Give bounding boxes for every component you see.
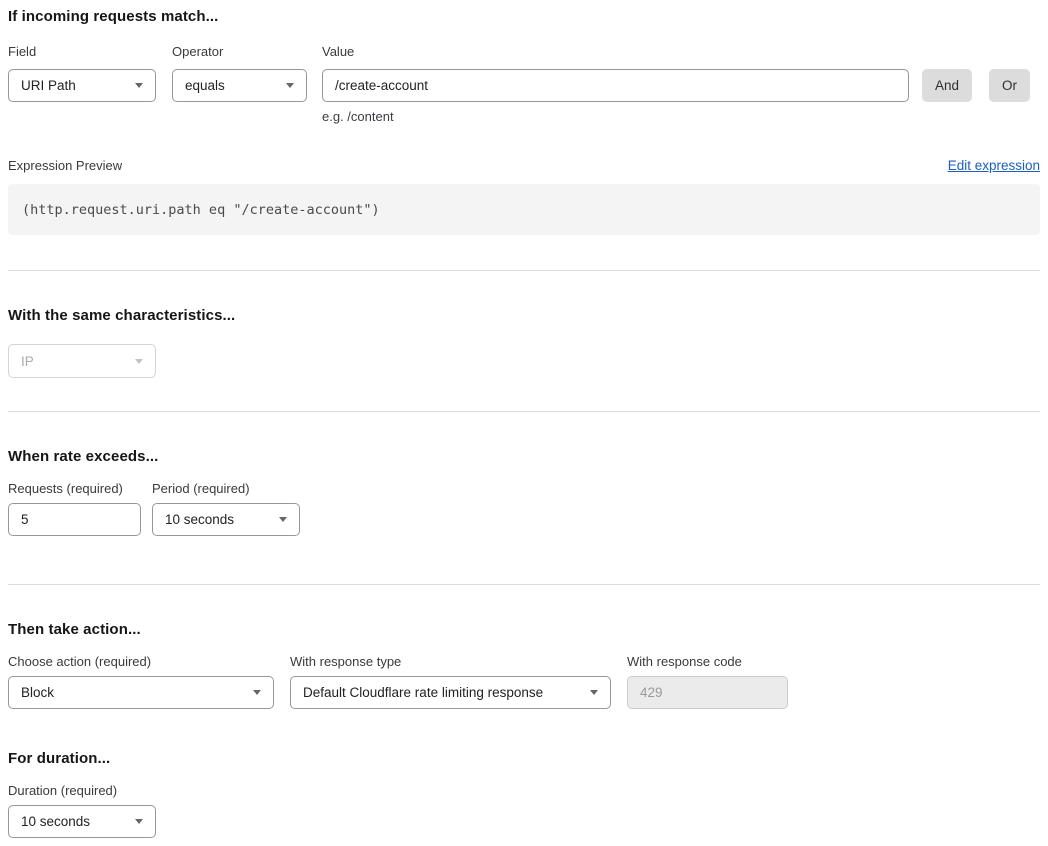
duration-select-value: 10 seconds (21, 814, 90, 829)
section-heading-match: If incoming requests match... (8, 9, 1040, 25)
requests-input[interactable] (8, 503, 141, 536)
section-divider (8, 411, 1040, 412)
requests-label: Requests (required) (8, 481, 141, 497)
section-heading-rate: When rate exceeds... (8, 449, 1040, 465)
period-select[interactable]: 10 seconds (152, 503, 300, 536)
section-heading-characteristics: With the same characteristics... (8, 308, 1040, 324)
duration-fields-row: Duration (required) 10 seconds (8, 783, 1040, 838)
choose-action-select-value: Block (21, 685, 54, 700)
chevron-down-icon (253, 690, 261, 695)
section-divider (8, 270, 1040, 271)
expression-preview-code: (http.request.uri.path eq "/create-accou… (8, 184, 1040, 235)
response-type-select-value: Default Cloudflare rate limiting respons… (303, 685, 543, 700)
duration-select[interactable]: 10 seconds (8, 805, 156, 838)
and-button[interactable]: And (922, 69, 972, 102)
operator-label: Operator (172, 44, 307, 60)
period-select-value: 10 seconds (165, 512, 234, 527)
section-divider (8, 584, 1040, 585)
operator-select-value: equals (185, 78, 225, 93)
section-heading-action: Then take action... (8, 622, 1040, 638)
action-fields-row: Choose action (required) Block With resp… (8, 654, 1040, 709)
choose-action-label: Choose action (required) (8, 654, 274, 670)
value-input[interactable] (322, 69, 909, 102)
expression-preview-header: Expression Preview Edit expression (8, 158, 1040, 174)
choose-action-select[interactable]: Block (8, 676, 274, 709)
response-code-input (627, 676, 788, 709)
rate-fields-row: Requests (required) Period (required) 10… (8, 481, 1040, 536)
expression-preview-label: Expression Preview (8, 158, 122, 174)
section-heading-duration: For duration... (8, 751, 1040, 767)
response-type-label: With response type (290, 654, 611, 670)
rate-limiting-rule-form: If incoming requests match... Field URI … (0, 0, 1048, 846)
or-button[interactable]: Or (989, 69, 1030, 102)
chevron-down-icon (279, 517, 287, 522)
characteristic-select[interactable]: IP (8, 344, 156, 378)
match-fields-row: Field URI Path Operator equals Value e.g… (8, 44, 1040, 124)
chevron-down-icon (590, 690, 598, 695)
value-label: Value (322, 44, 909, 60)
field-select-value: URI Path (21, 78, 76, 93)
chevron-down-icon (286, 83, 294, 88)
edit-expression-link[interactable]: Edit expression (948, 158, 1040, 173)
chevron-down-icon (135, 83, 143, 88)
operator-select[interactable]: equals (172, 69, 307, 102)
field-select[interactable]: URI Path (8, 69, 156, 102)
response-type-select[interactable]: Default Cloudflare rate limiting respons… (290, 676, 611, 709)
chevron-down-icon (135, 819, 143, 824)
characteristic-select-value: IP (21, 354, 34, 369)
value-hint: e.g. /content (322, 109, 909, 124)
chevron-down-icon (135, 359, 143, 364)
response-code-label: With response code (627, 654, 788, 670)
duration-label: Duration (required) (8, 783, 156, 799)
period-label: Period (required) (152, 481, 300, 497)
field-label: Field (8, 44, 156, 60)
